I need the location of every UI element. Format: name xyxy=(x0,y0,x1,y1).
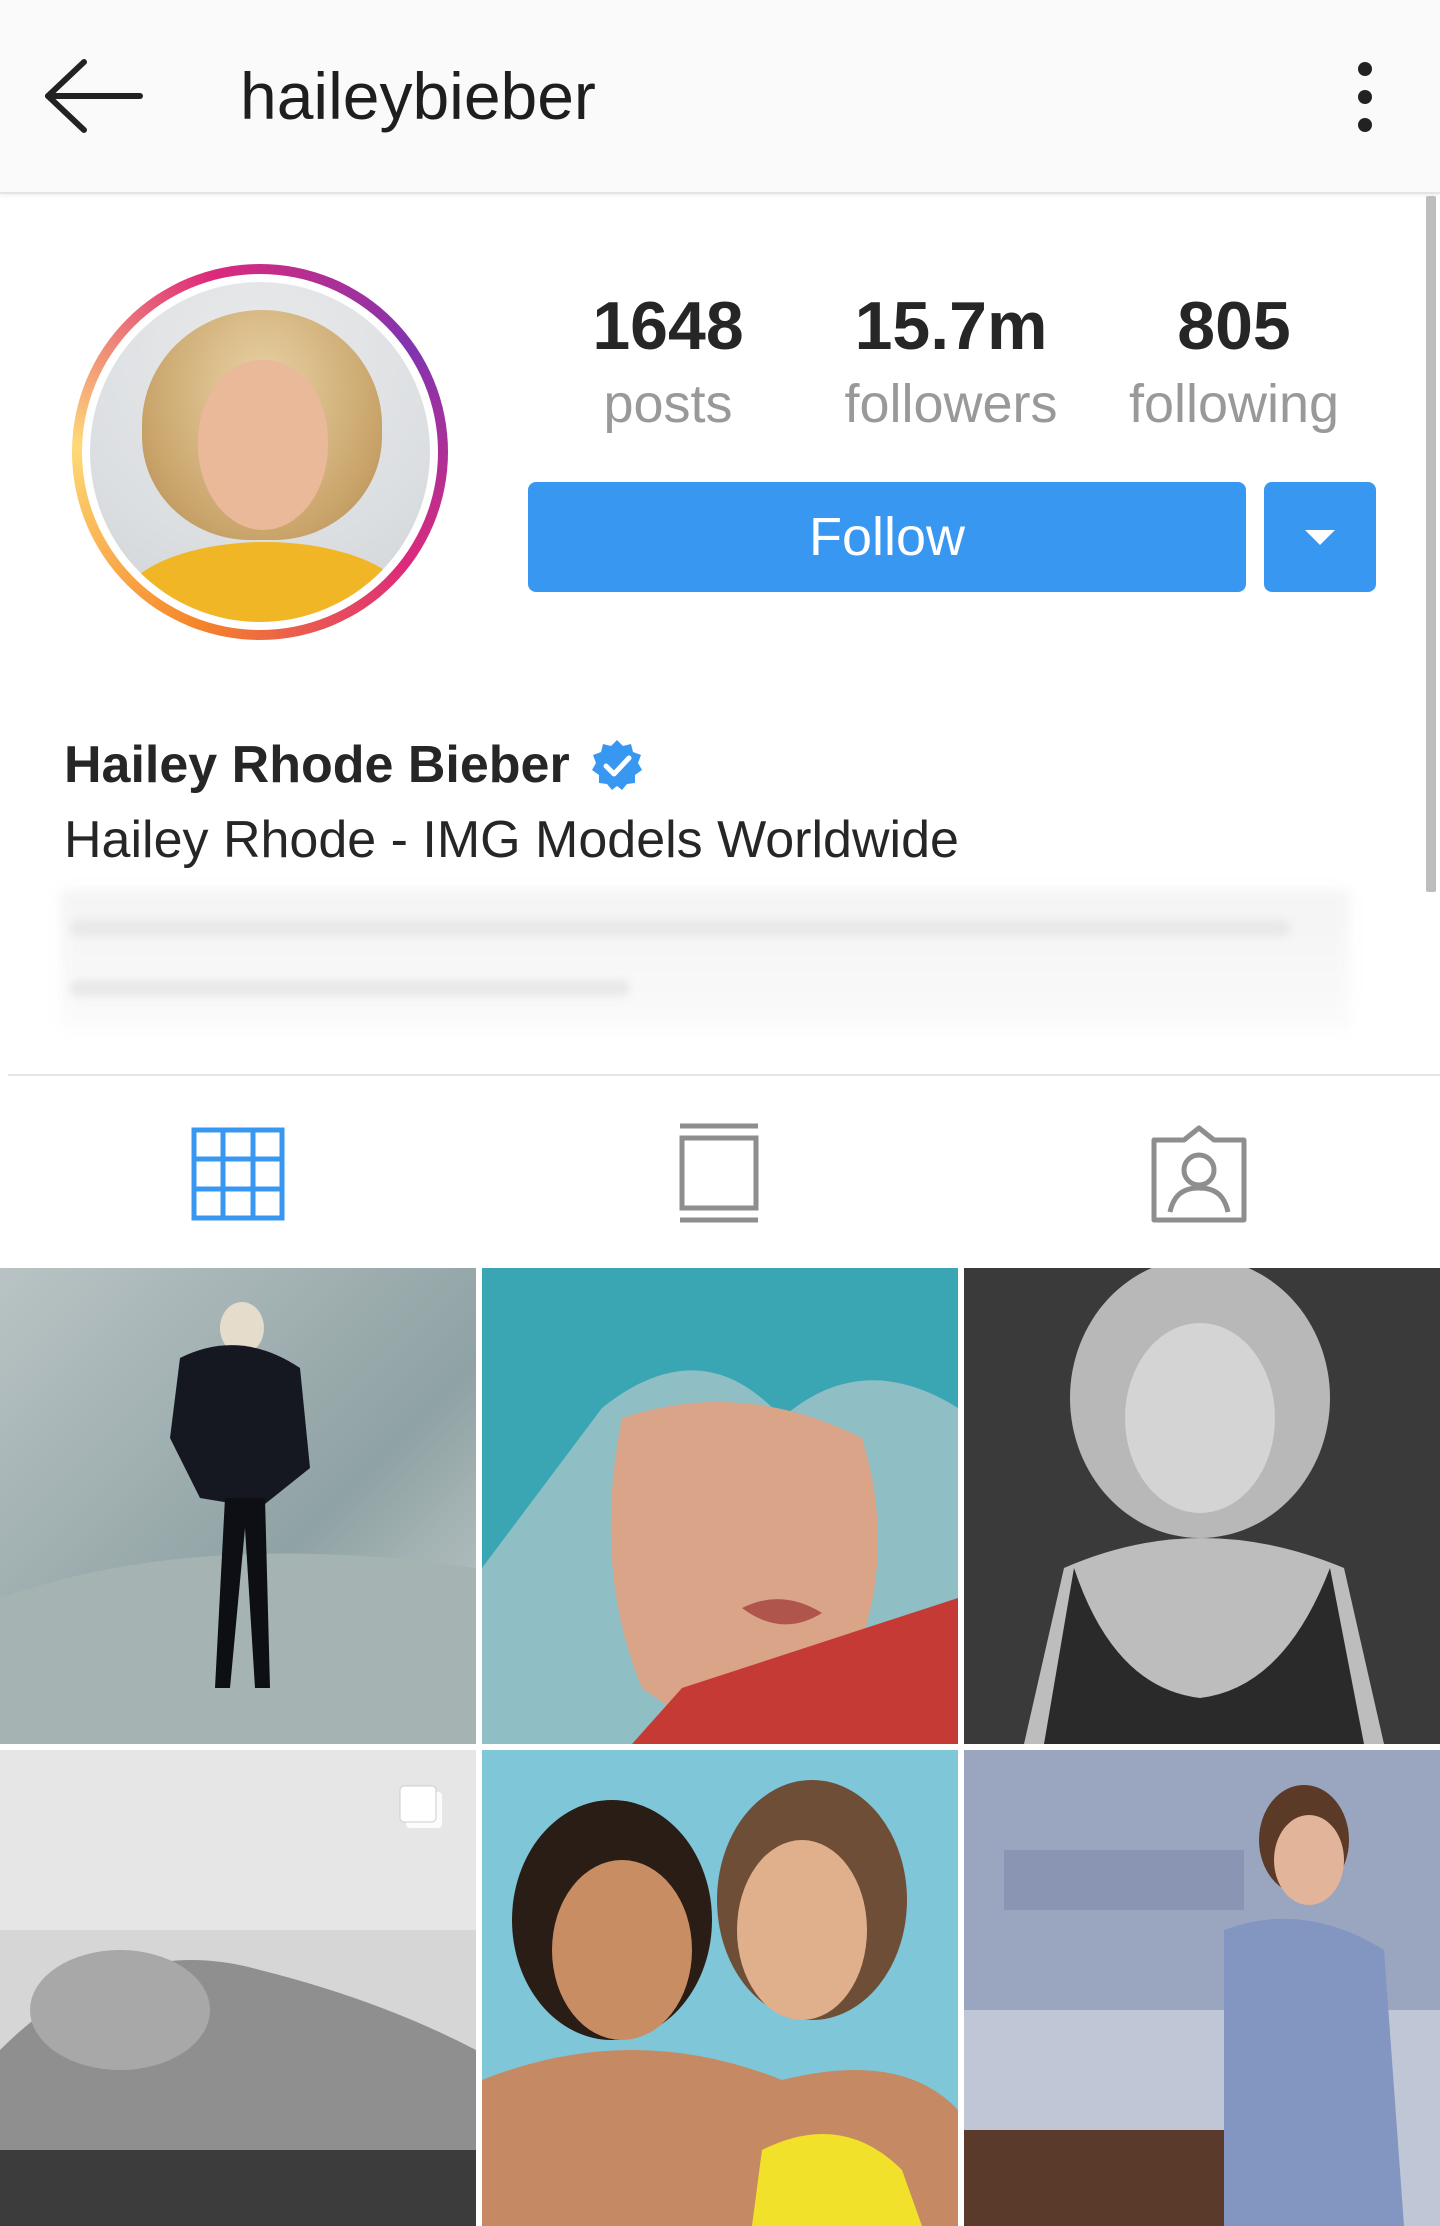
name-row: Hailey Rhode Bieber xyxy=(64,730,644,800)
scrollbar[interactable] xyxy=(1426,196,1436,892)
follow-button[interactable]: Follow xyxy=(528,482,1246,592)
full-name: Hailey Rhode Bieber xyxy=(64,736,570,794)
story-ring[interactable] xyxy=(72,264,448,640)
following-label: following xyxy=(1128,374,1340,434)
stat-followers[interactable]: 15.7m followers xyxy=(841,286,1061,436)
verified-badge-icon xyxy=(592,740,643,790)
tab-grid[interactable] xyxy=(184,1116,294,1226)
post-image xyxy=(964,1750,1440,2226)
post-tile[interactable] xyxy=(482,1268,958,1744)
feed-icon xyxy=(679,1123,759,1223)
post-tile[interactable] xyxy=(0,1268,476,1744)
app-bar: haileybieber xyxy=(0,0,1440,194)
grid-icon xyxy=(191,1127,285,1221)
bio-text: Hailey Rhode - IMG Models Worldwide xyxy=(64,811,959,869)
profile-username: haileybieber xyxy=(240,59,596,133)
posts-label: posts xyxy=(603,374,733,434)
tabs-divider xyxy=(8,1074,1440,1076)
stat-posts[interactable]: 1648 posts xyxy=(558,286,778,436)
post-image xyxy=(482,1750,958,2226)
post-tile[interactable] xyxy=(482,1750,958,2226)
post-tile[interactable] xyxy=(964,1268,1440,1744)
following-count: 805 xyxy=(1177,288,1291,364)
post-image xyxy=(964,1268,1440,1744)
posts-count: 1648 xyxy=(592,288,744,364)
more-vertical-icon xyxy=(1358,62,1372,76)
more-options-button[interactable] xyxy=(1330,58,1400,138)
redacted-bio xyxy=(60,890,1350,1030)
caret-down-icon xyxy=(1305,530,1335,545)
tab-tagged[interactable] xyxy=(1144,1116,1254,1226)
post-image xyxy=(482,1268,958,1744)
post-tile[interactable] xyxy=(0,1750,476,2226)
post-image xyxy=(0,1268,476,1744)
post-tile[interactable] xyxy=(964,1750,1440,2226)
tab-feed[interactable] xyxy=(664,1116,774,1226)
multiple-posts-icon xyxy=(399,1785,442,1828)
arrow-left-icon xyxy=(45,59,143,133)
followers-count: 15.7m xyxy=(854,288,1048,364)
stat-following[interactable]: 805 following xyxy=(1124,286,1344,436)
avatar[interactable] xyxy=(90,282,430,622)
followers-label: followers xyxy=(844,374,1058,434)
tagged-icon xyxy=(1151,1125,1247,1223)
suggestions-dropdown-button[interactable] xyxy=(1264,482,1376,592)
back-button[interactable] xyxy=(40,50,150,142)
